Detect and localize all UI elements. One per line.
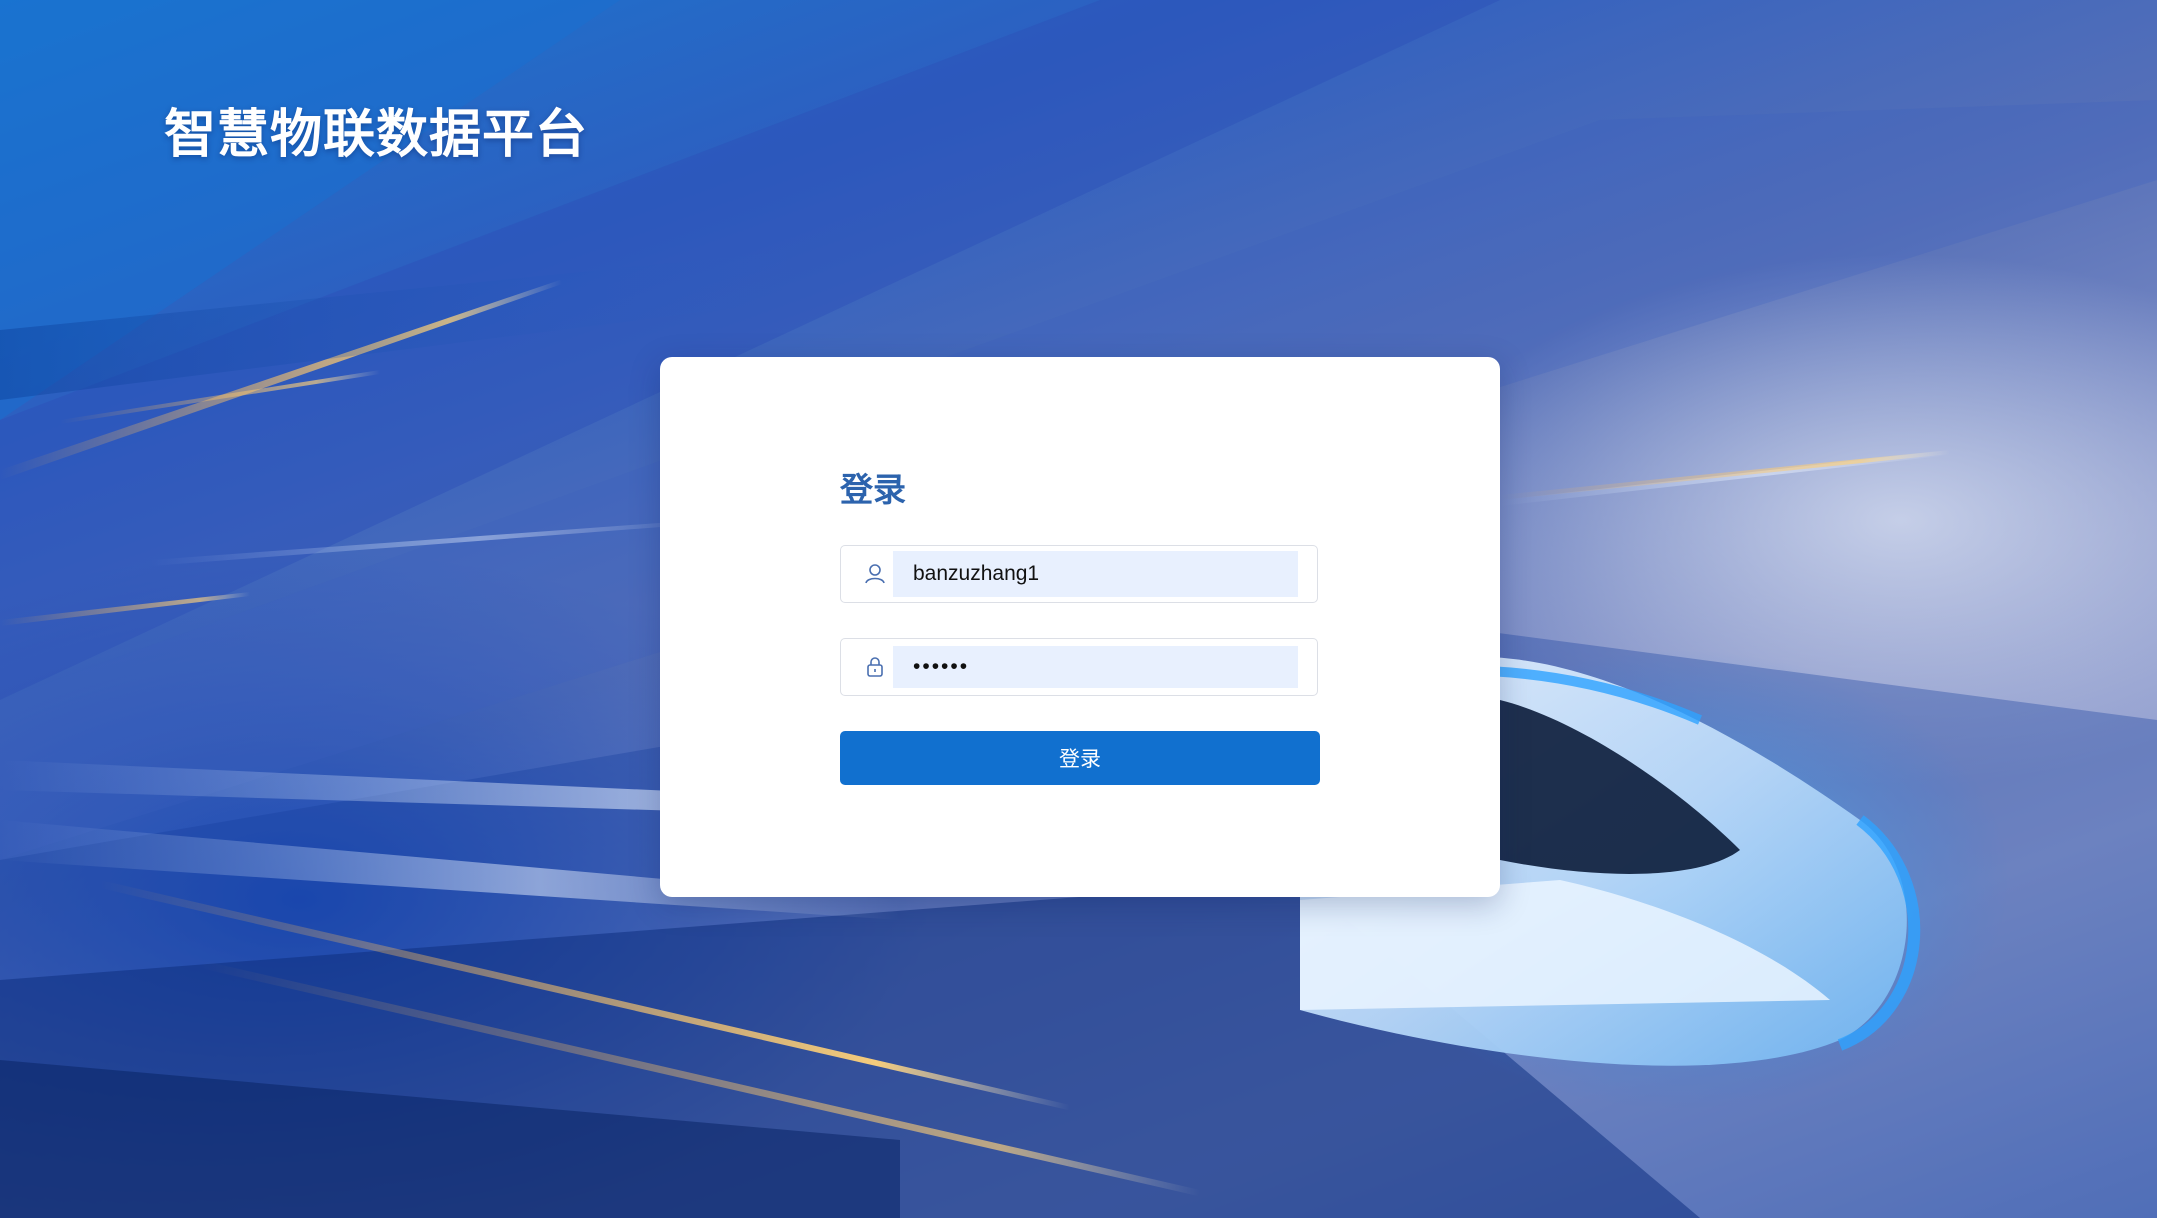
platform-title: 智慧物联数据平台 (164, 105, 589, 165)
lock-icon (863, 655, 887, 679)
user-icon (863, 562, 887, 586)
login-card: 登录 登录 (660, 357, 1500, 897)
login-button[interactable]: 登录 (840, 731, 1320, 785)
username-field[interactable] (840, 545, 1318, 603)
password-input[interactable] (893, 646, 1298, 688)
login-page: 智慧物联数据平台 登录 登录 (0, 0, 2157, 1218)
username-input[interactable] (893, 551, 1298, 597)
login-heading: 登录 (840, 470, 906, 509)
password-field[interactable] (840, 638, 1318, 696)
